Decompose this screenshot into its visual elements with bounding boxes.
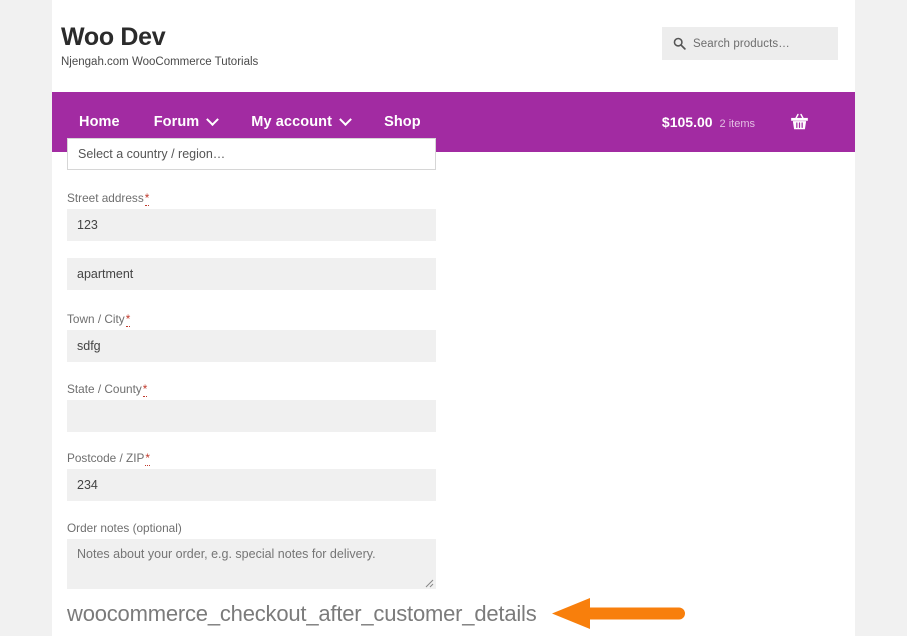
cart-area: $105.00 2 items [662, 92, 855, 152]
field-label: State / County* [67, 382, 436, 397]
field-label-text: Town / City [67, 312, 125, 326]
field-order-notes: Order notes (optional) [67, 521, 436, 589]
site-masthead: Woo Dev Njengah.com WooCommerce Tutorial… [52, 0, 855, 92]
chevron-down-icon [339, 112, 352, 126]
required-asterisk: * [145, 451, 150, 466]
field-label-text: Street address [67, 191, 144, 205]
postcode-zip-input[interactable] [67, 469, 436, 501]
search-icon [673, 37, 686, 50]
site-branding[interactable]: Woo Dev Njengah.com WooCommerce Tutorial… [61, 22, 258, 69]
cart-items-count: 2 items [719, 118, 755, 130]
country-region-select[interactable]: Select a country / region… [67, 138, 436, 170]
cart-button[interactable] [790, 113, 809, 131]
order-notes-textarea[interactable] [67, 539, 436, 589]
order-notes-wrapper [67, 539, 436, 589]
hook-name-label: woocommerce_checkout_after_customer_deta… [67, 601, 537, 626]
nav-item-label: Home [79, 114, 120, 130]
site-container: Woo Dev Njengah.com WooCommerce Tutorial… [52, 0, 855, 636]
arrow-left-icon [552, 598, 687, 635]
address-line-2-input[interactable] [67, 258, 436, 290]
field-country-region: Select a country / region… [67, 138, 436, 170]
field-label-text: Postcode / ZIP [67, 451, 145, 465]
field-label-text: Order notes (optional) [67, 521, 182, 535]
checkout-customer-details: Select a country / region… Street addres… [52, 138, 855, 636]
nav-item-label: Forum [153, 114, 200, 130]
field-street-address: Street address* [67, 191, 436, 241]
search-input[interactable]: Search products… [693, 38, 790, 50]
shopping-basket-icon [790, 113, 809, 135]
chevron-down-icon [206, 112, 220, 126]
field-town-city: Town / City* [67, 312, 436, 362]
required-asterisk: * [144, 191, 150, 206]
field-label: Street address* [67, 191, 436, 206]
country-region-value: Select a country / region… [78, 147, 226, 161]
nav-item-label: Shop [384, 114, 421, 130]
nav-item-label: My account [251, 114, 333, 130]
town-city-input[interactable] [67, 330, 436, 362]
field-address-line-2 [67, 258, 436, 290]
field-label: Order notes (optional) [67, 521, 436, 536]
required-asterisk: * [142, 382, 148, 397]
cart-total-link[interactable]: $105.00 2 items [662, 114, 755, 130]
street-address-input[interactable] [67, 209, 436, 241]
field-label: Town / City* [67, 312, 436, 327]
field-postcode-zip: Postcode / ZIP* [67, 451, 436, 501]
annotation-arrow [552, 596, 687, 631]
field-label: Postcode / ZIP* [67, 451, 436, 466]
required-asterisk: * [125, 312, 131, 327]
cart-amount: $105.00 [661, 114, 713, 130]
field-label-text: State / County [67, 382, 142, 396]
site-title: Woo Dev [61, 23, 166, 51]
search-products-box[interactable]: Search products… [662, 27, 838, 60]
site-tagline: Njengah.com WooCommerce Tutorials [61, 56, 259, 68]
field-state-county: State / County* [67, 382, 436, 432]
page-root: Woo Dev Njengah.com WooCommerce Tutorial… [0, 0, 907, 636]
state-county-input[interactable] [67, 400, 436, 432]
